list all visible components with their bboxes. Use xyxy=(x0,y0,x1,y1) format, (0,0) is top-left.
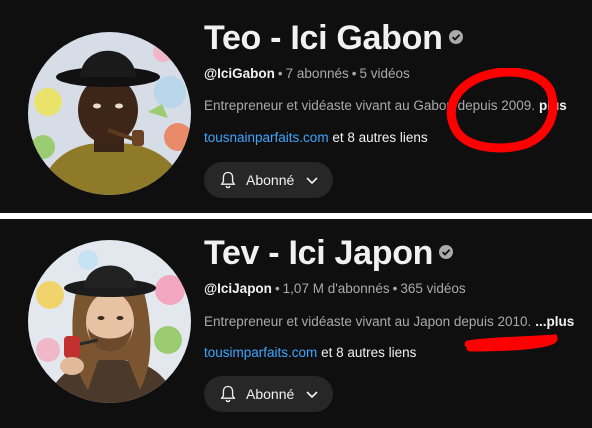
channel-description[interactable]: Entrepreneur et vidéaste vivant au Gabon… xyxy=(204,98,567,113)
more-link[interactable]: plus xyxy=(539,98,567,113)
chevron-down-icon xyxy=(304,172,320,188)
verified-badge-icon xyxy=(448,30,463,45)
channel-header-tev: Tev - Ici Japon @IciJapon • 1,07 M d'abonn… xyxy=(0,219,592,428)
other-links-link[interactable]: et 8 autres liens xyxy=(321,345,416,360)
description-text: Entrepreneur et vidéaste vivant au Japon… xyxy=(204,314,532,329)
video-count: 5 vidéos xyxy=(359,66,410,81)
channel-avatar-tev[interactable] xyxy=(28,240,191,403)
channel-handle[interactable]: @IciJapon xyxy=(204,281,272,296)
channel-meta: @IciGabon • 7 abonnés • 5 vidéos xyxy=(204,66,410,81)
channel-links: tousimparfaits.com et 8 autres liens xyxy=(204,345,416,360)
subscribed-button[interactable]: Abonné xyxy=(204,162,333,198)
subscribed-label: Abonné xyxy=(246,172,295,188)
channel-avatar-teo[interactable] xyxy=(28,32,191,195)
red-underline-annotation xyxy=(464,334,558,352)
channel-website-link[interactable]: tousimparfaits.com xyxy=(204,345,317,360)
chevron-down-icon xyxy=(304,386,320,402)
subscriber-count: 1,07 M d'abonnés xyxy=(282,281,390,296)
channel-name: Teo - Ici Gabon xyxy=(204,19,443,57)
channel-website-link[interactable]: tousnainparfaits.com xyxy=(204,130,329,145)
channel-meta: @IciJapon • 1,07 M d'abonnés • 365 vidéos xyxy=(204,281,466,296)
other-links-link[interactable]: et 8 autres liens xyxy=(332,130,427,145)
more-link[interactable]: ...plus xyxy=(535,314,574,329)
subscribed-button[interactable]: Abonné xyxy=(204,376,333,412)
description-text: Entrepreneur et vidéaste vivant au Gabon… xyxy=(204,98,535,113)
verified-badge-icon xyxy=(439,245,454,260)
channel-handle[interactable]: @IciGabon xyxy=(204,66,275,81)
channel-title: Teo - Ici Gabon xyxy=(204,18,463,58)
channel-links: tousnainparfaits.com et 8 autres liens xyxy=(204,130,428,145)
bell-icon xyxy=(218,170,238,190)
channel-header-teo: Teo - Ici Gabon @IciGabon • 7 abonnés • 5 vi… xyxy=(0,0,592,213)
channel-title: Tev - Ici Japon xyxy=(204,233,454,273)
subscriber-count: 7 abonnés xyxy=(285,66,349,81)
subscribed-label: Abonné xyxy=(246,386,295,402)
video-count: 365 vidéos xyxy=(400,281,466,296)
channel-name: Tev - Ici Japon xyxy=(204,234,434,272)
bell-icon xyxy=(218,384,238,404)
channel-description[interactable]: Entrepreneur et vidéaste vivant au Japon… xyxy=(204,314,574,329)
